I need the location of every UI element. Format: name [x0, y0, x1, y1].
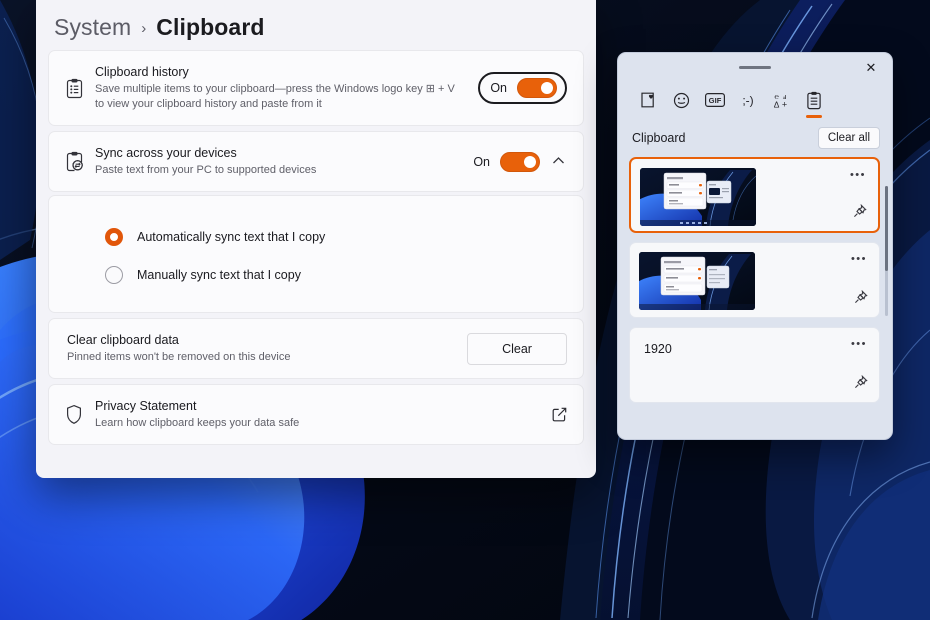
clipboard-history-card[interactable]: Clipboard history Save multiple items to…	[48, 50, 584, 127]
svg-text:GIF: GIF	[708, 96, 721, 105]
chevron-up-icon[interactable]	[550, 156, 567, 168]
tab-symbols[interactable]: ℮ ⅎ Δ +	[764, 89, 797, 121]
clear-clipboard-card: Clear clipboard data Pinned items won't …	[48, 318, 584, 380]
clear-clipboard-title: Clear clipboard data	[67, 333, 179, 348]
clipboard-item[interactable]: 1920 •••	[629, 327, 880, 403]
clipboard-items-list[interactable]: ••• ••• 1920 •••	[618, 157, 892, 429]
sync-devices-toggle[interactable]: On	[473, 151, 540, 172]
drag-handle[interactable]	[739, 66, 771, 69]
clipboard-history-title: Clipboard history	[95, 65, 189, 79]
clipboard-history-toggle-label: On	[490, 81, 507, 96]
settings-window: System › Clipboard Clipboard history Sav…	[36, 0, 596, 478]
item-more-button[interactable]: •••	[851, 254, 867, 265]
sync-devices-toggle-label: On	[473, 154, 490, 169]
clipboard-history-toggle[interactable]: On	[478, 72, 567, 105]
clear-button[interactable]: Clear	[467, 332, 567, 365]
sync-devices-card[interactable]: Sync across your devices Paste text from…	[48, 131, 584, 193]
toggle-switch[interactable]	[500, 151, 540, 172]
svg-text:;-): ;-)	[742, 94, 753, 108]
sync-devices-subtitle: Paste text from your PC to supported dev…	[95, 164, 317, 177]
tab-recently-used[interactable]	[632, 89, 665, 121]
close-icon[interactable]: ✕	[858, 57, 884, 79]
clipboard-item[interactable]: •••	[629, 157, 880, 233]
privacy-statement-title: Privacy Statement	[95, 399, 197, 414]
privacy-statement-subtitle: Learn how clipboard keeps your data safe	[95, 417, 300, 430]
external-link-icon[interactable]	[552, 407, 567, 422]
tab-gif[interactable]: GIF	[698, 89, 731, 121]
smiley-icon	[673, 89, 690, 111]
sync-options-group: Automatically sync text that I copy Manu…	[48, 195, 584, 314]
screenshot-thumbnail	[640, 168, 756, 226]
breadcrumb-root[interactable]: System	[54, 14, 131, 41]
svg-text:Δ: Δ	[773, 100, 779, 110]
tab-emoji[interactable]	[665, 89, 698, 121]
pin-icon[interactable]	[854, 374, 868, 394]
clipboard-list-icon	[65, 78, 95, 99]
shield-icon	[65, 404, 95, 425]
tab-clipboard[interactable]	[797, 89, 830, 121]
gif-icon: GIF	[704, 89, 725, 111]
page-title: Clipboard	[156, 13, 265, 40]
clipboard-item[interactable]: •••	[629, 242, 880, 318]
scrollbar-thumb[interactable]	[885, 186, 888, 271]
sync-option-manual[interactable]: Manually sync text that I copy	[49, 256, 583, 294]
clipboard-sync-icon	[65, 151, 95, 172]
pin-icon[interactable]	[854, 289, 868, 309]
flyout-titlebar[interactable]: ✕	[618, 53, 892, 83]
flyout-tabs: GIF ;-) ℮ ⅎ Δ +	[618, 83, 892, 121]
svg-text:+: +	[781, 100, 786, 110]
flyout-title: Clipboard	[632, 131, 686, 145]
symbols-icon: ℮ ⅎ Δ +	[770, 89, 792, 111]
flyout-header: Clipboard Clear all	[618, 121, 892, 157]
sync-option-manual-label: Manually sync text that I copy	[137, 268, 301, 283]
sync-option-automatic-label: Automatically sync text that I copy	[137, 230, 326, 245]
item-more-button[interactable]: •••	[851, 339, 867, 350]
screenshot-thumbnail	[639, 252, 755, 310]
clipboard-heart-icon	[640, 89, 657, 111]
settings-content: Clipboard history Save multiple items to…	[36, 44, 596, 446]
clipboard-icon	[806, 89, 822, 111]
toggle-switch[interactable]	[517, 78, 557, 99]
kaomoji-icon: ;-)	[737, 89, 759, 111]
item-more-button[interactable]: •••	[850, 170, 866, 181]
breadcrumb: System › Clipboard	[36, 0, 596, 44]
privacy-statement-card[interactable]: Privacy Statement Learn how clipboard ke…	[48, 384, 584, 446]
sync-devices-title: Sync across your devices	[95, 146, 237, 161]
clear-all-button[interactable]: Clear all	[817, 127, 880, 149]
clear-clipboard-subtitle: Pinned items won't be removed on this de…	[67, 351, 291, 364]
breadcrumb-separator-icon: ›	[141, 19, 147, 37]
clipboard-item-text: 1920	[644, 342, 672, 356]
clipboard-history-subtitle: Save multiple items to your clipboard—pr…	[95, 82, 455, 111]
pin-icon[interactable]	[853, 203, 867, 223]
radio-selected-icon[interactable]	[105, 228, 123, 247]
radio-unselected-icon[interactable]	[105, 266, 123, 285]
tab-kaomoji[interactable]: ;-)	[731, 89, 764, 121]
sync-option-automatic[interactable]: Automatically sync text that I copy	[49, 218, 583, 256]
clipboard-flyout: ✕ GIF ;-) ℮ ⅎ Δ + Clipboard Clear all ••…	[617, 52, 893, 440]
